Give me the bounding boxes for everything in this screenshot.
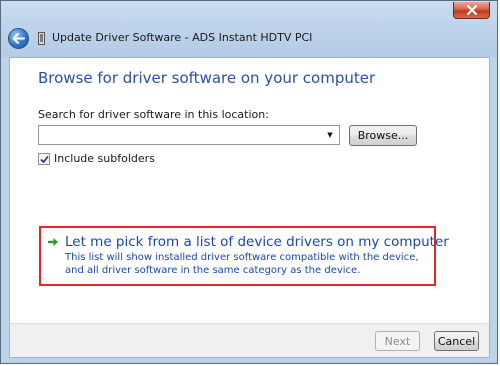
- pick-option-description: This list will show installed driver sof…: [65, 252, 419, 276]
- close-button[interactable]: [453, 2, 490, 19]
- back-arrow-icon: [12, 33, 25, 44]
- include-subfolders-checkbox[interactable]: [38, 153, 50, 165]
- device-icon: [38, 32, 45, 45]
- pick-from-list-option[interactable]: Let me pick from a list of device driver…: [39, 226, 449, 286]
- back-button[interactable]: [8, 28, 29, 49]
- green-arrow-icon: [48, 238, 58, 246]
- dropdown-arrow-icon[interactable]: ▼: [323, 126, 337, 144]
- page-heading: Browse for driver software on your compu…: [38, 69, 376, 87]
- checkmark-icon: [39, 155, 49, 163]
- button-bar: Next Cancel: [9, 323, 490, 358]
- window-title: Update Driver Software - ADS Instant HDT…: [52, 31, 313, 44]
- cancel-button[interactable]: Cancel: [434, 331, 479, 351]
- close-x-icon: [466, 5, 477, 15]
- driver-path-combobox[interactable]: ▼: [38, 125, 340, 145]
- title-bar: Update Driver Software - ADS Instant HDT…: [1, 1, 497, 57]
- search-location-label: Search for driver software in this locat…: [38, 108, 269, 121]
- browse-button[interactable]: Browse...: [349, 125, 417, 146]
- include-subfolders-label[interactable]: Include subfolders: [54, 152, 155, 165]
- wizard-content: Browse for driver software on your compu…: [9, 57, 490, 323]
- update-driver-window: Update Driver Software - ADS Instant HDT…: [0, 0, 498, 364]
- next-button[interactable]: Next: [375, 331, 420, 351]
- pick-option-title[interactable]: Let me pick from a list of device driver…: [65, 234, 449, 250]
